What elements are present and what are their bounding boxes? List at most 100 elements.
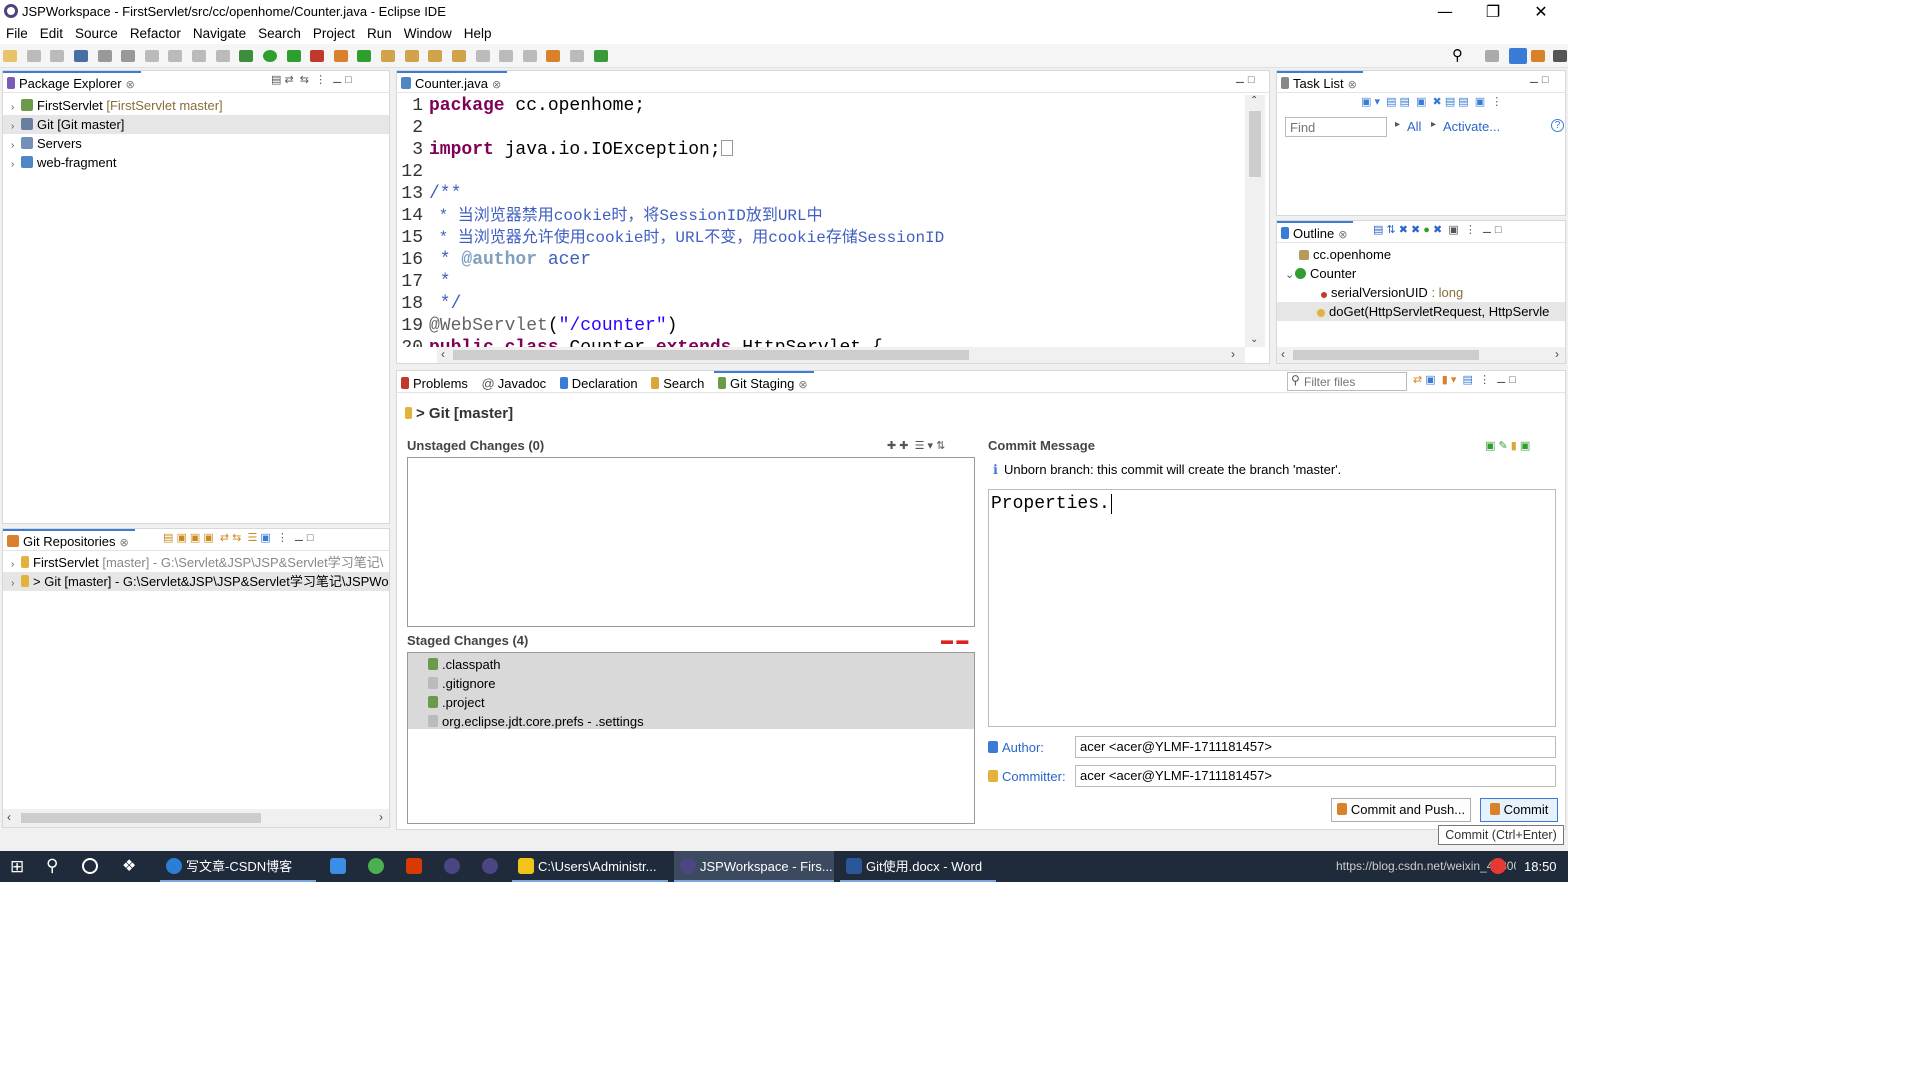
tab-search[interactable]: Search — [647, 373, 710, 392]
tree-item-git[interactable]: › Git [Git master] — [3, 115, 389, 134]
new-class-icon[interactable] — [357, 50, 372, 62]
staged-file[interactable]: .project — [428, 693, 974, 712]
coverage-icon[interactable] — [286, 50, 301, 62]
comment-icon[interactable] — [168, 50, 183, 62]
tab-git-repositories[interactable]: Git Repositories ⊗ — [3, 529, 135, 550]
open-type-icon[interactable] — [381, 50, 395, 62]
menu-search[interactable]: Search — [252, 24, 307, 41]
java-ee-perspective-icon[interactable] — [1509, 48, 1527, 64]
repo-item-git[interactable]: › > Git [master] - G:\Servlet&JSP\JSP&Ser… — [3, 572, 389, 591]
next-annotation-icon[interactable] — [475, 50, 490, 62]
close-icon[interactable]: ⊗ — [1338, 229, 1347, 241]
commit-message-toolbar-icons[interactable]: ▣ ✎ ▮ ▣ — [1485, 439, 1530, 452]
tab-package-explorer[interactable]: Package Explorer ⊗ — [3, 71, 141, 92]
commit-button[interactable]: Commit — [1480, 798, 1558, 822]
close-icon[interactable]: ⊗ — [119, 537, 128, 549]
sogou-icon[interactable] — [1490, 858, 1506, 874]
code-area[interactable]: 1 package cc.openhome; 2 3 import java.io.… — [397, 95, 1245, 347]
open-perspective-icon[interactable] — [1485, 50, 1499, 62]
outline-item-field[interactable]: serialVersionUID : long — [1277, 283, 1565, 302]
outline-item-package[interactable]: cc.openhome — [1277, 245, 1565, 264]
mail-icon[interactable] — [330, 858, 346, 874]
task-view-icon[interactable]: ❖ — [122, 856, 136, 876]
forward-icon[interactable] — [570, 50, 584, 62]
eclipse-icon[interactable] — [482, 858, 498, 874]
external-tools-icon[interactable] — [310, 50, 325, 62]
outline-item-class[interactable]: ⌄ Counter — [1277, 264, 1565, 283]
new-server-icon[interactable] — [333, 50, 348, 62]
windows-start-icon[interactable]: ⊞ — [10, 857, 24, 877]
repo-item-firstservlet[interactable]: › FirstServlet [master] - G:\Servlet&JSP\… — [3, 553, 389, 572]
taskbar-item-word[interactable]: Git使用.docx - Word — [840, 851, 996, 882]
menu-project[interactable]: Project — [307, 24, 361, 41]
tab-declaration[interactable]: Declaration — [556, 373, 644, 392]
taskbar-item-explorer[interactable]: C:\Users\Administr... — [512, 851, 668, 882]
author-field[interactable]: acer <acer@YLMF-1711181457> — [1075, 736, 1556, 758]
collapse-icon[interactable]: ⌄ — [1285, 266, 1295, 285]
search-tool-icon[interactable] — [451, 50, 466, 62]
staging-toolbar-icons[interactable]: ⇄ ▣ ▮ ▾ ▤ ⋮ ⚊ □ — [1413, 373, 1516, 386]
eclipse-icon[interactable] — [444, 858, 460, 874]
search-icon[interactable]: ⚲ — [46, 856, 58, 876]
task-list-window-controls[interactable]: ⚊ □ — [1529, 73, 1549, 86]
commit-message-input[interactable]: Properties. — [988, 489, 1556, 727]
tab-outline[interactable]: Outline ⊗ — [1277, 221, 1354, 242]
menu-edit[interactable]: Edit — [34, 24, 69, 41]
back-icon[interactable] — [546, 50, 561, 62]
tree-item-web-fragment[interactable]: › web-fragment — [3, 153, 389, 172]
save-icon[interactable] — [26, 50, 41, 62]
menu-window[interactable]: Window — [398, 24, 458, 41]
menu-source[interactable]: Source — [69, 24, 124, 41]
tab-task-list[interactable]: Task List ⊗ — [1277, 71, 1363, 92]
new-icon[interactable] — [3, 50, 17, 62]
activate-link[interactable]: Activate... — [1443, 119, 1500, 134]
close-icon[interactable]: ⊗ — [1348, 79, 1357, 91]
toggle-mark-icon[interactable] — [121, 50, 136, 62]
menu-refactor[interactable]: Refactor — [124, 24, 187, 41]
unstage-icons[interactable]: ▬ ▬ — [941, 633, 968, 647]
staged-changes-list[interactable]: .classpath .gitignore .project org.eclip… — [407, 652, 975, 824]
view-toolbar-icons[interactable]: ▤ ⇄ ⇆ ⋮ ⚊ □ — [271, 73, 352, 86]
menu-help[interactable]: Help — [458, 24, 498, 41]
java-perspective-icon[interactable] — [1553, 50, 1567, 62]
tab-git-staging[interactable]: Git Staging ⊗ — [714, 371, 814, 392]
app-icon[interactable] — [368, 858, 384, 874]
restore-button[interactable]: ❐ — [1470, 0, 1516, 24]
editor-vertical-scrollbar[interactable]: ⌃ ⌄ — [1245, 95, 1265, 347]
expand-icon[interactable]: › — [11, 155, 21, 174]
git-repo-toolbar-icons[interactable]: ▤ ▣ ▣ ▣ ⇄ ⇆ ☰ ▣ ⋮ ⚊ □ — [163, 531, 314, 544]
tab-problems[interactable]: Problems — [397, 373, 474, 392]
menu-file[interactable]: File — [0, 24, 34, 41]
scrollbar-thumb[interactable] — [21, 813, 261, 823]
unstaged-toolbar-icons[interactable]: ✚ ✚ ☰ ▾ ⇅ — [887, 439, 945, 452]
taskbar-item-eclipse[interactable]: JSPWorkspace - Firs... — [674, 851, 834, 882]
close-icon[interactable]: ⊗ — [492, 79, 501, 91]
commit-and-push-button[interactable]: Commit and Push... — [1331, 798, 1471, 822]
git-perspective-icon[interactable] — [1531, 50, 1545, 62]
menu-navigate[interactable]: Navigate — [187, 24, 252, 41]
tree-item-servers[interactable]: › Servers — [3, 134, 389, 153]
close-icon[interactable]: ⊗ — [126, 79, 135, 91]
help-icon[interactable]: ? — [1551, 119, 1564, 132]
save-all-icon[interactable] — [50, 50, 65, 62]
last-edit-icon[interactable] — [522, 50, 537, 62]
run-icon[interactable] — [262, 50, 277, 62]
open-folder-icon[interactable] — [428, 50, 443, 62]
editor-window-controls[interactable]: ⚊ □ — [1235, 73, 1255, 86]
taskbar-item-browser[interactable]: 写文章-CSDN博客 — [160, 851, 316, 882]
menu-run[interactable]: Run — [361, 24, 398, 41]
minimize-button[interactable]: — — [1422, 0, 1468, 24]
prev-annotation-icon[interactable] — [499, 50, 514, 62]
scrollbar-thumb[interactable] — [453, 350, 969, 360]
block-icon[interactable] — [192, 50, 206, 62]
tree-item-firstservlet[interactable]: › FirstServlet [FirstServlet master] — [3, 96, 389, 115]
staged-file[interactable]: .gitignore — [428, 674, 974, 693]
staged-file[interactable]: .classpath — [428, 655, 974, 674]
tab-counter-java[interactable]: Counter.java ⊗ — [397, 71, 508, 92]
terminal-icon[interactable] — [73, 50, 88, 62]
outline-item-method[interactable]: doGet(HttpServletRequest, HttpServle — [1277, 302, 1565, 321]
folded-code-icon[interactable] — [720, 140, 733, 156]
outline-toolbar-icons[interactable]: ▤ ⇅ ✖ ✖ ● ✖ ▣ ⋮ ⚊ □ — [1373, 223, 1502, 236]
find-input[interactable] — [1285, 117, 1387, 137]
unstaged-changes-list[interactable] — [407, 457, 975, 627]
